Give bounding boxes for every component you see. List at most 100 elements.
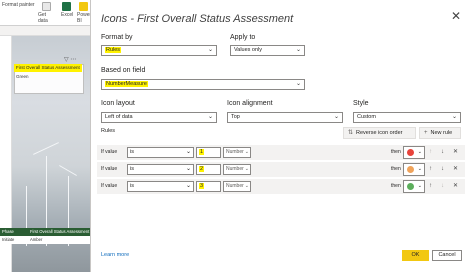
cancel-button[interactable]: Cancel xyxy=(432,250,462,261)
move-up-icon[interactable]: ↑ xyxy=(429,147,432,158)
move-up-icon[interactable]: ↑ xyxy=(429,181,432,192)
chevron-down-icon: ⌄ xyxy=(244,183,249,189)
reverse-icon-order-label: Reverse icon order xyxy=(356,130,403,136)
rule-value-input[interactable]: 2 xyxy=(196,164,221,175)
visual-header-icons[interactable]: ▽ ⋯ xyxy=(64,56,76,63)
excel-label[interactable]: Excel xyxy=(61,12,73,18)
rule-value: 2 xyxy=(199,166,205,172)
bottom-table-col2: First Overall Status Assessment xyxy=(30,229,90,234)
chevron-down-icon: ⌄ xyxy=(333,114,339,120)
get-data-label[interactable]: Get data xyxy=(38,12,52,24)
style-value: Custom xyxy=(357,114,376,120)
icon-layout-label: Icon layout xyxy=(101,100,135,107)
icon-layout-value: Left of data xyxy=(105,114,133,120)
rule-row: If value is ⌄ 2 Number ⌄ then ⌄ ↑ ↓ ✕ xyxy=(97,162,465,177)
operator-value: is xyxy=(130,183,134,189)
rules-label: Rules xyxy=(101,128,116,134)
bottom-table-col1: Phase xyxy=(2,229,14,234)
apply-to-dropdown[interactable]: Values only ⌄ xyxy=(230,45,305,56)
operator-value: is xyxy=(130,166,134,172)
value-type-dropdown[interactable]: Number ⌄ xyxy=(223,181,251,192)
turbine-blade xyxy=(59,165,77,176)
based-on-field-dropdown[interactable]: NumberMeasure ⌄ xyxy=(101,79,305,90)
excel-icon xyxy=(62,2,71,11)
operator-dropdown[interactable]: is ⌄ xyxy=(127,181,194,192)
green-circle-icon xyxy=(407,183,414,190)
power-bi-icon xyxy=(79,2,88,11)
operator-dropdown[interactable]: is ⌄ xyxy=(127,147,194,158)
new-rule-button[interactable]: + New rule xyxy=(419,127,461,139)
based-on-field-label: Based on field xyxy=(101,67,146,74)
icon-alignment-value: Top xyxy=(231,114,240,120)
bottom-table-row: Initiate Amber xyxy=(0,236,90,244)
icon-layout-dropdown[interactable]: Left of data ⌄ xyxy=(101,112,217,123)
format-by-value: Rules xyxy=(105,47,122,53)
operator-dropdown[interactable]: is ⌄ xyxy=(127,164,194,175)
reverse-icon-order-button[interactable]: ⇅ Reverse icon order xyxy=(343,127,416,139)
apply-to-value: Values only xyxy=(234,47,263,53)
move-up-icon[interactable]: ↑ xyxy=(429,164,432,175)
delete-rule-icon[interactable]: ✕ xyxy=(453,181,458,192)
format-painter-label[interactable]: Format painter xyxy=(2,2,35,8)
ok-button[interactable]: OK xyxy=(402,250,429,261)
icon-picker[interactable]: ⌄ xyxy=(403,163,425,176)
reverse-icon: ⇅ xyxy=(348,130,354,136)
if-value-label: If value xyxy=(101,183,118,189)
bottom-table-cell: Amber xyxy=(30,237,43,242)
move-down-icon[interactable]: ↓ xyxy=(441,181,444,192)
rule-row: If value is ⌄ 1 Number ⌄ then ⌄ ↑ ↓ ✕ xyxy=(97,145,465,160)
bottom-table-header: Phase First Overall Status Assessment xyxy=(0,228,90,236)
chevron-down-icon: ⌄ xyxy=(207,114,213,120)
learn-more-link[interactable]: Learn more xyxy=(101,252,129,258)
format-by-dropdown[interactable]: Rules ⌄ xyxy=(101,45,217,56)
power-bi-label[interactable]: Power BI xyxy=(77,12,90,24)
icon-alignment-dropdown[interactable]: Top ⌄ xyxy=(227,112,343,123)
icons-dialog: Icons - First Overall Status Assessment … xyxy=(90,0,474,272)
chevron-down-icon: ⌄ xyxy=(417,166,422,172)
rule-value-input[interactable]: 1 xyxy=(196,147,221,158)
get-data-icon xyxy=(42,2,51,11)
chevron-down-icon: ⌄ xyxy=(244,149,249,155)
background-app: Format painter Get data Excel Power BI ▽… xyxy=(0,0,90,272)
turbine-blade xyxy=(33,142,59,155)
visual-cell: Green xyxy=(16,74,29,79)
icon-picker[interactable]: ⌄ xyxy=(403,180,425,193)
then-label: then xyxy=(391,183,401,189)
value-type-dropdown[interactable]: Number ⌄ xyxy=(223,147,251,158)
ribbon-strip xyxy=(0,26,90,36)
bottom-table-cell: Initiate xyxy=(2,237,15,242)
based-on-field-value: NumberMeasure xyxy=(105,81,148,87)
move-down-icon[interactable]: ↓ xyxy=(441,147,444,158)
apply-to-label: Apply to xyxy=(230,34,256,41)
close-icon[interactable]: ✕ xyxy=(450,10,462,22)
rule-value: 3 xyxy=(199,183,205,189)
format-by-label: Format by xyxy=(101,34,133,41)
visual-column-header: First Overall Status Assessment xyxy=(14,64,82,72)
rule-row: If value is ⌄ 3 Number ⌄ then ⌄ ↑ ↓ ✕ xyxy=(97,179,465,194)
ribbon: Format painter Get data Excel Power BI xyxy=(0,0,90,26)
plus-icon: + xyxy=(424,130,428,136)
rule-value-input[interactable]: 3 xyxy=(196,181,221,192)
delete-rule-icon[interactable]: ✕ xyxy=(453,147,458,158)
chevron-down-icon: ⌄ xyxy=(207,47,213,53)
icon-alignment-label: Icon alignment xyxy=(227,100,273,107)
chevron-down-icon: ⌄ xyxy=(185,149,191,155)
operator-value: is xyxy=(130,149,134,155)
value-type: Number xyxy=(226,166,244,172)
value-type: Number xyxy=(226,149,244,155)
value-type: Number xyxy=(226,183,244,189)
icon-picker[interactable]: ⌄ xyxy=(403,146,425,159)
chevron-down-icon: ⌄ xyxy=(451,114,457,120)
value-type-dropdown[interactable]: Number ⌄ xyxy=(223,164,251,175)
chevron-down-icon: ⌄ xyxy=(244,166,249,172)
move-down-icon[interactable]: ↓ xyxy=(441,164,444,175)
amber-circle-icon xyxy=(407,166,414,173)
style-dropdown[interactable]: Custom ⌄ xyxy=(353,112,461,123)
chevron-down-icon: ⌄ xyxy=(417,149,422,155)
rule-value: 1 xyxy=(199,149,205,155)
chevron-down-icon: ⌄ xyxy=(185,166,191,172)
if-value-label: If value xyxy=(101,166,118,172)
delete-rule-icon[interactable]: ✕ xyxy=(453,164,458,175)
red-circle-icon xyxy=(407,149,414,156)
chevron-down-icon: ⌄ xyxy=(185,183,191,189)
